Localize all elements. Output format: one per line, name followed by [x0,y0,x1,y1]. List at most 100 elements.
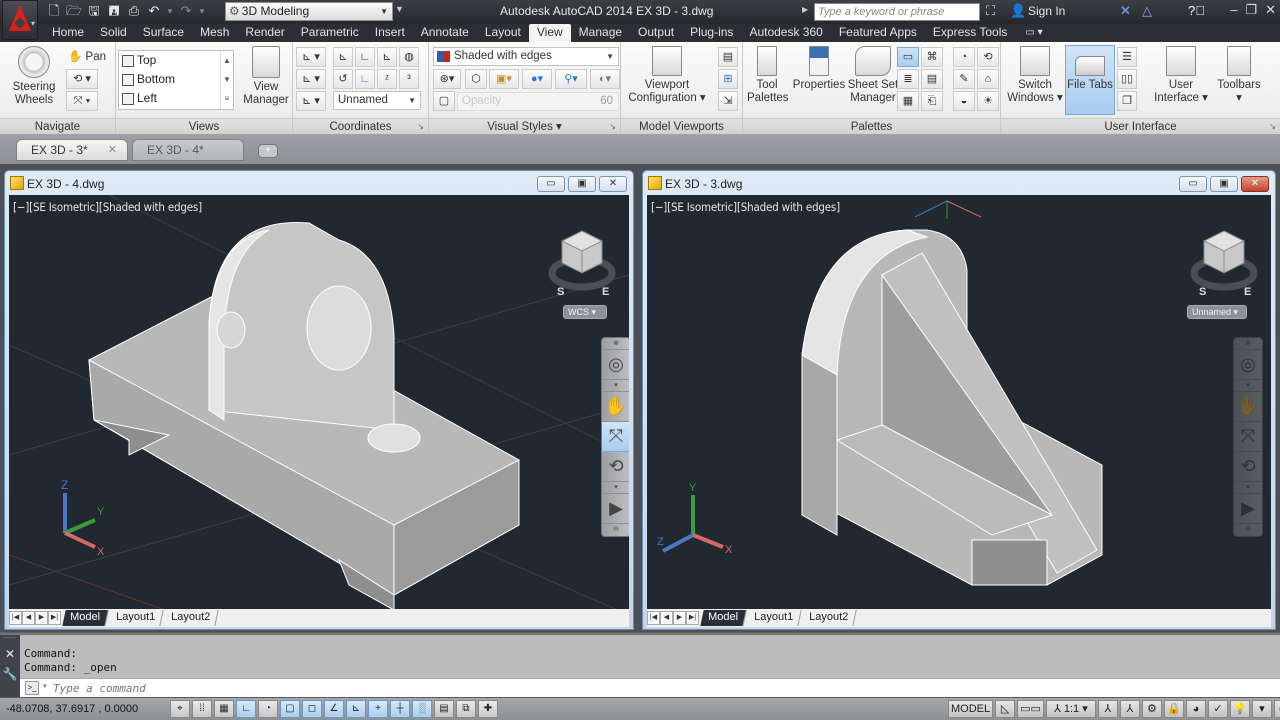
navbar-options-icon[interactable]: ⊖ [1234,524,1262,536]
layout-tab-layout2[interactable]: Layout2 [801,610,857,626]
3d-osnap-toggle[interactable]: ◻ [302,700,322,718]
last-layout-icon[interactable]: ▶| [48,611,61,625]
autodesk-360-icon[interactable]: △ [1142,3,1152,19]
file-tabs-button[interactable]: File Tabs [1065,45,1115,115]
command-prompt-icon[interactable]: >_ [25,681,39,695]
full-navigation-wheel-icon[interactable]: ◎ [602,350,629,380]
pan-hand-icon[interactable]: ✋ [602,392,629,422]
ducs-toggle[interactable]: ⊾ [346,700,366,718]
first-layout-icon[interactable]: |◀ [647,611,660,625]
ucs-menu[interactable]: Unnamed ▾ [1187,305,1247,319]
close-icon[interactable]: ✕ [108,140,117,160]
tab-view[interactable]: View [528,24,571,42]
undo-icon[interactable]: ↶ [146,3,162,19]
zoom-extents-button[interactable]: ⤧ ▾ [66,91,98,111]
materials-browser-button[interactable]: ◔ [953,47,975,67]
undo-dropdown-icon[interactable]: ▾ [166,3,174,19]
tab-layout[interactable]: Layout [477,24,529,42]
quick-properties-toggle[interactable]: ▤ [434,700,454,718]
search-expand-icon[interactable]: ▶ [802,5,808,14]
prev-layout-icon[interactable]: ◀ [22,611,35,625]
auto-scale-icon[interactable]: ⅄ [1119,700,1140,718]
dyn-toggle[interactable]: + [368,700,388,718]
material-editor-button[interactable]: ✎ [953,69,975,89]
lights-button[interactable]: ●▾ [522,69,552,89]
redo-dropdown-icon[interactable]: ▾ [198,3,206,19]
close-button[interactable]: ✕ [1241,176,1269,192]
file-tab-ex3d-4[interactable]: EX 3D - 4* [132,139,244,161]
plot-icon[interactable]: ⎙ [126,3,142,19]
next-layout-icon[interactable]: ▶ [673,611,686,625]
restore-viewports-button[interactable]: ⇲ [718,91,738,111]
wheel-dropdown-icon[interactable]: ▾ [602,380,629,392]
properties-button[interactable]: Properties [791,46,847,92]
sheet-set-manager-button[interactable]: Sheet Set Manager [847,46,899,105]
tab-annotate[interactable]: Annotate [413,24,477,42]
ucs-3point-button[interactable]: ³ [399,69,419,89]
tab-insert[interactable]: Insert [367,24,413,42]
ucs-world-button[interactable]: ∟ [355,47,375,67]
save-icon[interactable]: 🖫 [86,3,102,19]
view-top[interactable]: Top [119,51,233,70]
drag-grip-icon[interactable]: ⋯⋯ [0,635,20,643]
ribbon-minimize-icon[interactable]: ▭ ▾ [1015,24,1052,42]
pan-button[interactable]: ✋ Pan [68,49,106,63]
join-viewports-button[interactable]: ⊞ [718,69,738,89]
tile-horizontal-button[interactable]: ☰ [1117,47,1137,67]
dialog-launcher-icon[interactable]: ↘ [609,119,616,135]
layout-tab-layout1[interactable]: Layout1 [746,610,802,626]
views-scrollbar[interactable]: ▲ ▼ ≡ [220,51,233,109]
customize-qat-icon[interactable]: ▼ [395,4,404,14]
ucs-z-button[interactable]: ᶻ [377,69,397,89]
command-line-toggle[interactable]: ▭ [897,47,919,67]
showmotion-icon[interactable]: ▶ [602,494,629,524]
first-layout-icon[interactable]: |◀ [9,611,22,625]
new-tab-button[interactable]: + [258,144,278,158]
tab-mesh[interactable]: Mesh [192,24,237,42]
clean-screen-icon[interactable]: ▭ [1273,700,1280,718]
user-interface-button[interactable]: User Interface ▾ [1151,46,1211,105]
tab-home[interactable]: Home [44,24,92,42]
layout-tab-layout2[interactable]: Layout2 [163,610,219,626]
layer-button[interactable]: ▦ [897,91,919,111]
quick-view-drawings-icon[interactable]: ▭▭ [1017,700,1044,718]
viewport-canvas[interactable]: Z Y X [−][SE Isometric][Shaded with edge… [9,195,629,609]
ucs-menu[interactable]: WCS ▾ [563,305,607,319]
save-as-icon[interactable]: 🖪 [106,3,122,19]
tool-palettes-button[interactable]: Tool Palettes [747,46,789,105]
panel-title-visual-styles[interactable]: Visual Styles ▾ ↘ [429,118,620,134]
polar-toggle[interactable]: ◔ [258,700,278,718]
tab-render[interactable]: Render [237,24,292,42]
tab-output[interactable]: Output [630,24,682,42]
orbit-dropdown-icon[interactable]: ▾ [1234,482,1262,494]
exchange-apps-icon[interactable]: ✕ [1120,3,1131,19]
close-button[interactable]: ✕ [599,176,627,192]
orbit-icon[interactable]: ⟲ [602,452,629,482]
minimize-button[interactable]: ▭ [537,176,565,192]
tab-manage[interactable]: Manage [571,24,630,42]
restore-icon[interactable]: ❐ [1245,2,1257,18]
command-line-handle[interactable]: ⋯⋯ ✕ 🔧 [0,635,20,697]
edge-style-button[interactable]: ⬡ [465,69,487,89]
ucs-previous-button[interactable]: ↺ [333,69,353,89]
switch-windows-button[interactable]: Switch Windows ▾ [1007,46,1063,105]
last-layout-icon[interactable]: ▶| [686,611,699,625]
tab-solid[interactable]: Solid [92,24,135,42]
sign-in-link[interactable]: Sign In [1028,4,1065,18]
command-input[interactable] [53,680,553,696]
annotation-monitor-toggle[interactable]: ✚ [478,700,498,718]
layout-tab-model[interactable]: Model [62,610,109,626]
transparency-toggle[interactable]: ░ [412,700,432,718]
viewport-canvas[interactable]: Y Z X [−][SE Isometric][Shaded with edge… [647,195,1271,609]
redo-icon[interactable]: ↷ [178,3,194,19]
viewcube[interactable]: S E [1189,225,1259,305]
layout-tab-layout1[interactable]: Layout1 [108,610,164,626]
next-layout-icon[interactable]: ▶ [35,611,48,625]
ucs-object-button[interactable]: ◍ [399,47,419,67]
visual-style-combo[interactable]: Shaded with edges ▼ [433,47,619,66]
tab-surface[interactable]: Surface [135,24,192,42]
dialog-launcher-icon[interactable]: ↘ [417,119,424,135]
ucs-origin-button[interactable]: ∟ [355,69,375,89]
navbar-close-icon[interactable]: ⊗ [1234,338,1262,350]
orbit-button[interactable]: ⟲ ▾ [66,69,98,89]
